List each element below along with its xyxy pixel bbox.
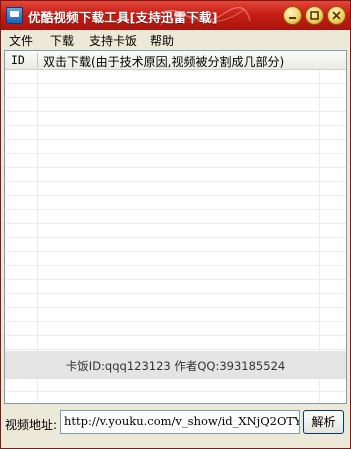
minimize-icon bbox=[289, 17, 296, 19]
minimize-button[interactable] bbox=[283, 6, 302, 25]
url-label: 视频地址: bbox=[5, 418, 58, 432]
maximize-icon bbox=[310, 11, 319, 20]
maximize-button[interactable] bbox=[305, 6, 324, 25]
list-header: ID 双击下载(由于技术原因,视频被分割成几部分) bbox=[5, 51, 346, 70]
app-window: 优酷视频下载工具[支持迅雷下载] 文件 下载 支持卡饭 帮助 ID 双击下载(由… bbox=[0, 0, 351, 449]
url-input[interactable]: http://v.youku.com/v_show/id_XNjQ2OTYwN bbox=[60, 410, 300, 434]
app-icon bbox=[6, 7, 23, 24]
menu-bar: 文件 下载 支持卡饭 帮助 bbox=[1, 30, 350, 49]
parse-button[interactable]: 解析 bbox=[303, 410, 344, 434]
close-icon bbox=[332, 11, 341, 20]
title-bar[interactable]: 优酷视频下载工具[支持迅雷下载] bbox=[1, 1, 350, 30]
column-header-download[interactable]: 双击下载(由于技术原因,视频被分割成几部分) bbox=[43, 53, 284, 70]
menu-download[interactable]: 下载 bbox=[50, 32, 74, 49]
column-separator[interactable] bbox=[37, 53, 38, 67]
column-header-id[interactable]: ID bbox=[11, 53, 25, 67]
menu-help[interactable]: 帮助 bbox=[150, 32, 174, 49]
menu-support[interactable]: 支持卡饭 bbox=[89, 32, 137, 49]
close-button[interactable] bbox=[327, 6, 346, 25]
window-title: 优酷视频下载工具[支持迅雷下载] bbox=[28, 10, 218, 25]
menu-file[interactable]: 文件 bbox=[9, 32, 33, 49]
author-info-band: 卡饭ID:qqq123123 作者QQ:393185524 bbox=[5, 351, 346, 379]
author-info: 卡饭ID:qqq123123 作者QQ:393185524 bbox=[65, 359, 286, 373]
video-part-list[interactable]: ID 双击下载(由于技术原因,视频被分割成几部分) 卡饭ID:qqq123123… bbox=[4, 50, 347, 404]
